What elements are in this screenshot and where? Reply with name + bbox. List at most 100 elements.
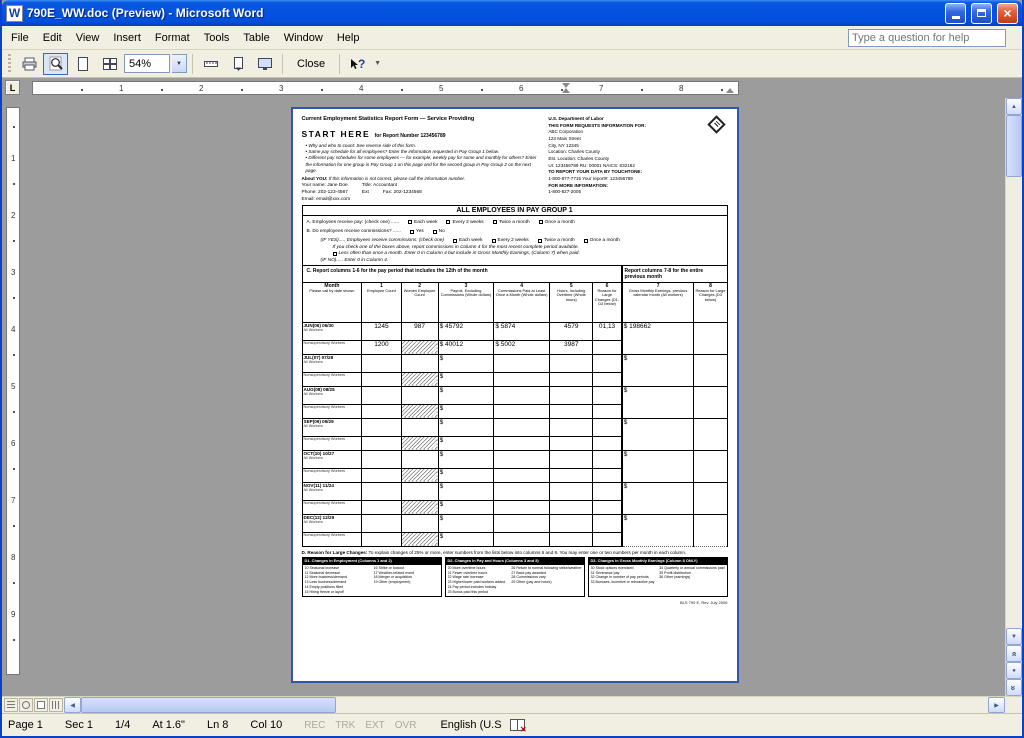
status-toggle-ext[interactable]: EXT: [365, 720, 384, 731]
scroll-left-button[interactable]: ◀: [64, 697, 81, 713]
spelling-status-icon[interactable]: [510, 719, 525, 731]
right-indent-marker[interactable]: [726, 88, 734, 93]
preview-canvas[interactable]: Current Employment Statistics Report For…: [24, 98, 1005, 696]
hanging-indent-marker[interactable]: [562, 88, 570, 93]
data-cell: [362, 532, 401, 546]
scroll-right-button[interactable]: ▶: [988, 697, 1005, 713]
data-cell: [401, 482, 438, 500]
data-cell: [494, 372, 550, 386]
menu-table[interactable]: Table: [236, 28, 276, 48]
toolbar-drag-handle[interactable]: [8, 54, 11, 74]
previous-page-button[interactable]: »: [1006, 645, 1022, 662]
data-cell: [593, 340, 622, 354]
scroll-up-button[interactable]: ▲: [1006, 98, 1022, 115]
month-cell-nonsup: Nonsupervisory Workers: [302, 532, 362, 546]
vertical-scroll-track[interactable]: [1006, 177, 1022, 628]
status-toggle-ovr[interactable]: OVR: [395, 720, 417, 731]
magnifier-button[interactable]: [43, 53, 68, 75]
horizontal-ruler[interactable]: 12345678: [32, 81, 739, 95]
scroll-down-button[interactable]: ▼: [1006, 628, 1022, 645]
menu-window[interactable]: Window: [277, 28, 330, 48]
toolbar-separator: [192, 54, 193, 74]
menu-format[interactable]: Format: [148, 28, 197, 48]
vertical-scroll-thumb[interactable]: [1006, 115, 1022, 177]
data-cell: [401, 514, 438, 532]
data-cell: 01,13: [593, 322, 622, 340]
data-cell: $ 45792: [438, 322, 494, 340]
month-cell: AUG(08) 08/25All Workers: [302, 386, 362, 404]
maximize-button[interactable]: [971, 3, 992, 24]
menu-help[interactable]: Help: [330, 28, 367, 48]
data-cell: $: [438, 372, 494, 386]
multiple-pages-button[interactable]: [97, 53, 122, 75]
tab-selector[interactable]: L: [5, 80, 20, 95]
vertical-scrollbar[interactable]: ▲ ▼ » ● »: [1005, 98, 1022, 696]
one-page-button[interactable]: [70, 53, 95, 75]
ruler-tick: [241, 89, 243, 91]
column-header-8: 8Reason for Large Changes (D3 below): [694, 282, 727, 322]
data-cell: 4579: [550, 322, 593, 340]
data-cell: $: [438, 468, 494, 482]
data-cell: 3987: [550, 340, 593, 354]
close-preview-button[interactable]: Close: [288, 55, 334, 73]
requests-label: THIS FORM REQUESTS INFORMATION FOR:: [548, 123, 727, 130]
title-bar[interactable]: W 790E_WW.doc (Preview) - Microsoft Word…: [2, 0, 1022, 26]
report-table: MonthPlease call by date shown1Employee …: [302, 282, 728, 547]
ruler-tick: [641, 89, 643, 91]
menu-file[interactable]: File: [4, 28, 36, 48]
company-name: ABC Corporation: [548, 129, 727, 136]
phone: Phone: 202-123-4567: [302, 190, 348, 195]
document-area: 123456789 Current Employment Statistics …: [2, 98, 1022, 696]
menu-edit[interactable]: Edit: [36, 28, 69, 48]
minimize-button[interactable]: [945, 3, 966, 24]
job-title: Title: Accountant: [362, 183, 397, 188]
full-screen-button[interactable]: [252, 53, 277, 75]
status-toggle-rec[interactable]: REC: [304, 720, 325, 731]
checkbox-icon: [538, 239, 542, 243]
shrink-to-fit-button[interactable]: [225, 53, 250, 75]
select-browse-object-button[interactable]: ●: [1006, 662, 1022, 679]
outline-view-button[interactable]: [49, 698, 63, 712]
zoom-dropdown-button[interactable]: ▼: [172, 54, 187, 73]
horizontal-scroll-thumb[interactable]: [81, 697, 336, 713]
zoom-input[interactable]: 54%: [124, 54, 170, 73]
web-layout-view-button[interactable]: [19, 698, 33, 712]
menu-view[interactable]: View: [69, 28, 107, 48]
data-cell: [362, 354, 401, 372]
help-question-icon: ?: [358, 57, 365, 71]
data-cell: [362, 404, 401, 418]
next-page-button[interactable]: »: [1006, 679, 1022, 696]
print-layout-view-button[interactable]: [34, 698, 48, 712]
print-preview-toolbar: 54% ▼ Close ? ▼: [2, 50, 1022, 78]
data-cell: [550, 482, 593, 500]
question-help-input[interactable]: [848, 29, 1006, 47]
section-d-text: To explain changes of 25% or more, enter…: [367, 550, 686, 555]
data-cell: $: [438, 482, 494, 500]
section-c-right: Report columns 7-8 for the entire previo…: [623, 266, 727, 282]
view-ruler-button[interactable]: [198, 53, 223, 75]
menu-insert[interactable]: Insert: [106, 28, 148, 48]
print-button[interactable]: [16, 53, 41, 75]
data-cell: [593, 372, 622, 386]
ruler-number: 7: [11, 496, 15, 505]
vertical-ruler-column: 123456789: [2, 98, 24, 696]
toolbar-options-icon[interactable]: ▼: [374, 60, 381, 67]
data-cell: [550, 386, 593, 404]
reason-cell: [694, 514, 727, 546]
close-button[interactable]: ×: [997, 3, 1018, 24]
vertical-ruler[interactable]: 123456789: [6, 107, 20, 675]
context-help-button[interactable]: ?: [345, 53, 370, 75]
menu-tools[interactable]: Tools: [197, 28, 237, 48]
checkbox-option: No: [433, 227, 445, 236]
normal-view-button[interactable]: [4, 698, 18, 712]
status-toggle-trk[interactable]: TRK: [335, 720, 355, 731]
checkbox-option: Every 2 weeks: [446, 218, 483, 227]
document-page[interactable]: Current Employment Statistics Report For…: [291, 107, 739, 683]
reason-code-item: 33 Bonuses, incentive or retroactive pay: [591, 580, 656, 585]
data-cell: [401, 418, 438, 436]
status-page-of: 1/4: [115, 719, 130, 731]
reason-code-item: 29 Other (pay and hours): [511, 580, 581, 585]
horizontal-scroll-track[interactable]: [336, 697, 988, 713]
data-cell: 1245: [362, 322, 401, 340]
data-cell: [593, 450, 622, 468]
